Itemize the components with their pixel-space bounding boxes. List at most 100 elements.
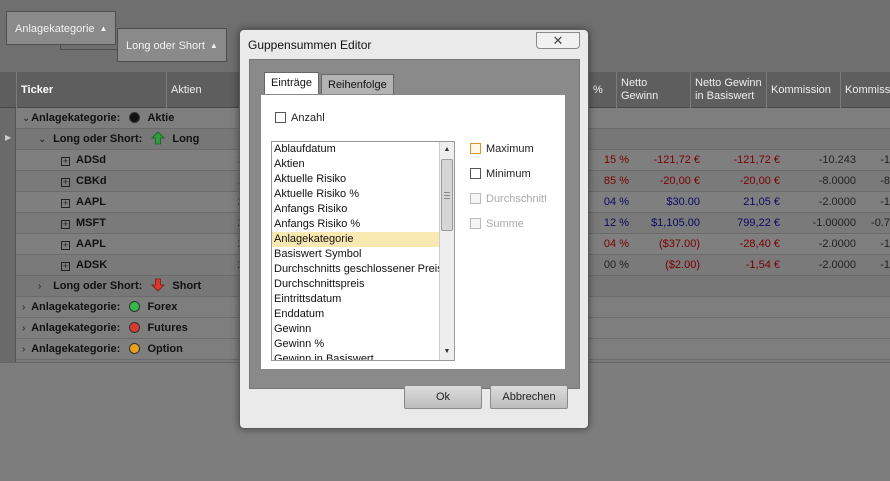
chevron-right-icon[interactable]: ›	[38, 276, 50, 297]
list-item[interactable]: Anfangs Risiko	[272, 202, 440, 217]
col-header-aktien[interactable]: Aktien	[166, 72, 246, 108]
col-header-ticker[interactable]: Ticker	[16, 72, 166, 108]
kommission-bw-cell: -1	[880, 259, 890, 271]
kommission-bw-cell: -8	[880, 175, 890, 187]
ticker-cell: ADSK	[76, 259, 108, 271]
group-connector	[60, 44, 118, 50]
anzahl-checkbox[interactable]	[275, 112, 286, 123]
group-label: Aktie	[147, 112, 175, 124]
dialog-title: Guppensummen Editor	[248, 38, 372, 52]
list-item[interactable]: Gewinn	[272, 322, 440, 337]
kommission-cell: -2.0000	[818, 259, 856, 271]
durchschnitt-checkbox[interactable]	[470, 193, 481, 204]
col-header-netto-gewinn-basiswert[interactable]: Netto Gewinn in Basiswert	[690, 72, 766, 108]
col-header-netto-gewinn[interactable]: Netto Gewinn	[616, 72, 690, 108]
chevron-down-icon[interactable]: ⌄	[16, 108, 30, 129]
subgroup-label: Long	[172, 133, 200, 145]
minimum-checkbox[interactable]	[470, 168, 481, 179]
kommission-cell: -10.243	[818, 154, 856, 166]
expand-plus-icon[interactable]: +	[61, 199, 70, 208]
list-item[interactable]: Gewinn %	[272, 337, 440, 352]
group-prefix: Anlagekategorie:	[31, 322, 121, 334]
list-item[interactable]: Aktuelle Risiko %	[272, 187, 440, 202]
scroll-up-arrow-icon[interactable]: ▲	[441, 144, 453, 156]
group-label: Futures	[147, 322, 188, 334]
netto-cell: ($2.00)	[665, 259, 700, 271]
kommission-cell: -2.0000	[818, 196, 856, 208]
listbox-scrollbar[interactable]: ▲ ▼	[439, 142, 454, 360]
ticker-cell: ADSd	[76, 154, 106, 166]
list-item[interactable]: Ablaufdatum	[272, 142, 440, 157]
kommission-bw-cell: -1	[880, 196, 890, 208]
chevron-right-icon[interactable]: ›	[16, 318, 28, 339]
group-prefix: Anlagekategorie:	[31, 301, 121, 313]
cancel-button[interactable]: Abbrechen	[490, 385, 568, 409]
summe-label: Summe	[486, 218, 524, 230]
col-header-kommission-basiswert[interactable]: Kommission Basiswert	[840, 72, 890, 108]
list-item[interactable]: Basiswert Symbol	[272, 247, 440, 262]
close-button[interactable]: ✕	[536, 32, 580, 49]
list-item[interactable]: Anfangs Risiko %	[272, 217, 440, 232]
group-prefix: Anlagekategorie:	[31, 343, 121, 355]
kommission-cell: -1.00000	[812, 217, 856, 229]
netto-cell: $30.00	[666, 196, 700, 208]
group-prefix: Anlagekategorie:	[31, 112, 121, 124]
durchschnitt-label: Durchschnitt	[486, 193, 546, 205]
ticker-cell: AAPL	[76, 196, 106, 208]
list-item[interactable]: Aktien	[272, 157, 440, 172]
netto-cell: -20,00 €	[659, 175, 700, 187]
orange-circle-icon	[129, 343, 141, 354]
col-header-percent[interactable]: %	[588, 72, 616, 108]
subgroup-prefix: Long oder Short:	[53, 280, 143, 292]
netto-cell: ($37.00)	[659, 238, 700, 250]
list-item[interactable]: Enddatum	[272, 307, 440, 322]
maximum-label: Maximum	[486, 143, 534, 155]
list-item[interactable]: Gewinn in Basiswert	[272, 352, 440, 360]
kommission-bw-cell: -0.7	[871, 217, 890, 229]
ticker-cell: MSFT	[76, 217, 106, 229]
expand-plus-icon[interactable]: +	[61, 241, 70, 250]
green-circle-icon	[129, 301, 141, 312]
expand-plus-icon[interactable]: +	[61, 262, 70, 271]
chevron-right-icon[interactable]: ›	[16, 339, 28, 360]
kommission-bw-cell: -1	[880, 154, 890, 166]
field-listbox[interactable]: Ablaufdatum Aktien Aktuelle Risiko Aktue…	[271, 141, 455, 361]
ok-button[interactable]: Ok	[404, 385, 482, 409]
col-header-kommission[interactable]: Kommission	[766, 72, 840, 108]
list-item-selected[interactable]: Anlagekategorie	[272, 232, 440, 247]
chevron-right-icon[interactable]: ›	[16, 297, 28, 318]
list-item[interactable]: Aktuelle Risiko	[272, 172, 440, 187]
expand-plus-icon[interactable]: +	[61, 178, 70, 187]
tab-eintraege[interactable]: Einträge	[264, 72, 319, 95]
group-chip-label: Anlagekategorie	[15, 23, 95, 35]
group-label: Option	[147, 343, 183, 355]
maximum-checkbox[interactable]	[470, 143, 481, 154]
close-icon: ✕	[552, 33, 564, 48]
scroll-down-arrow-icon[interactable]: ▼	[441, 346, 453, 358]
list-item[interactable]: Eintrittsdatum	[272, 292, 440, 307]
minimum-label: Minimum	[486, 168, 531, 180]
kommission-cell: -2.0000	[818, 238, 856, 250]
grip-line	[444, 195, 450, 196]
expand-plus-icon[interactable]: +	[61, 220, 70, 229]
netto-cell: $1,105.00	[651, 217, 700, 229]
list-item[interactable]: Durchschnitts geschlossener Preis	[272, 262, 440, 277]
summe-checkbox[interactable]	[470, 218, 481, 229]
expand-plus-icon[interactable]: +	[61, 157, 70, 166]
group-chip-label: Long oder Short	[126, 40, 205, 52]
gruppensummen-editor-dialog: Guppensummen Editor ✕ Einträge Reihenfol…	[239, 29, 589, 429]
subgroup-prefix: Long oder Short:	[53, 133, 143, 145]
chevron-down-icon[interactable]: ⌄	[38, 129, 50, 150]
group-chip-long-short[interactable]: Long oder Short ▲	[117, 28, 227, 62]
list-item[interactable]: Durchschnittspreis	[272, 277, 440, 292]
tab-reihenfolge[interactable]: Reihenfolge	[321, 74, 394, 95]
scrollbar-thumb[interactable]	[441, 159, 453, 231]
netto-cell: -121,72 €	[653, 154, 700, 166]
ticker-cell: AAPL	[76, 238, 106, 250]
subgroup-label: Short	[172, 280, 202, 292]
grip-line	[444, 198, 450, 199]
black-circle-icon	[129, 112, 141, 123]
sort-up-icon: ▲	[99, 24, 108, 33]
group-chip-anlagekategorie[interactable]: Anlagekategorie ▲	[6, 11, 117, 45]
group-label: Forex	[147, 301, 178, 313]
